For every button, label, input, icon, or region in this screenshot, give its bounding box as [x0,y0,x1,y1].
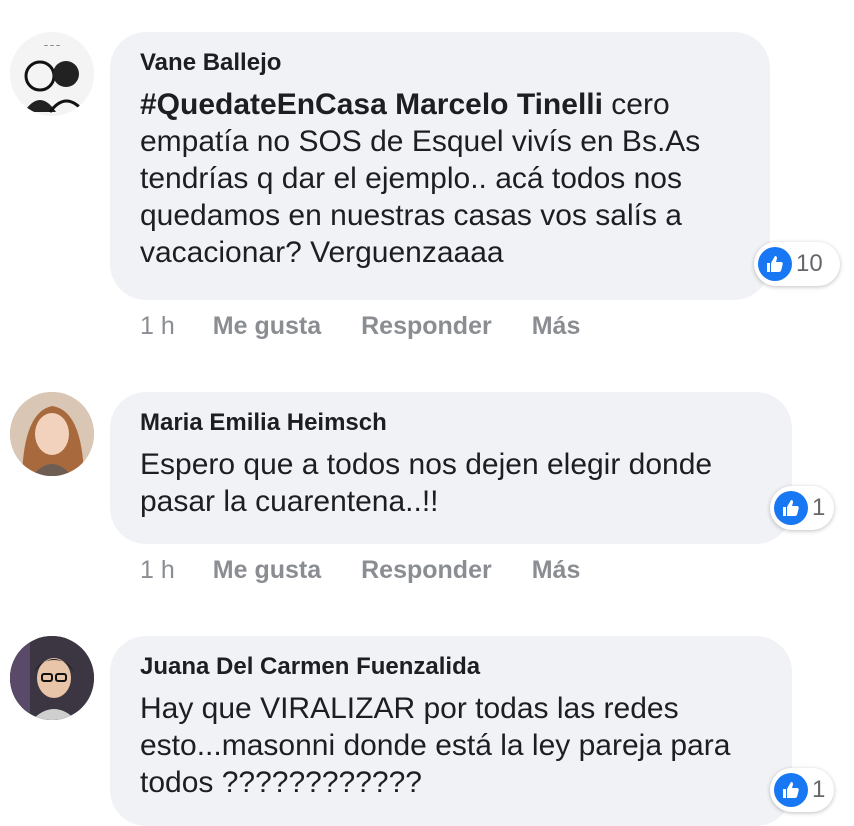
more-button[interactable]: Más [532,556,581,585]
author-name[interactable]: Juana Del Carmen Fuenzalida [140,652,764,682]
reaction-badge[interactable]: 1 [770,768,834,812]
comment-bubble: Juana Del Carmen Fuenzalida Hay que VIRA… [110,636,792,826]
comment-text: #QuedateEnCasa Marcelo Tinelli cero empa… [140,86,742,271]
cartoon-avatar-icon: ~ ~ ~ [10,32,94,116]
profile-photo-icon [10,392,94,476]
profile-photo-icon [10,636,94,720]
avatar[interactable]: ~ ~ ~ [10,32,94,116]
reply-button[interactable]: Responder [361,312,492,341]
thumbs-up-icon [758,247,792,281]
more-button[interactable]: Más [532,312,581,341]
avatar[interactable] [10,392,94,476]
comment-actions: 1 h Me gusta Responder Más [140,312,620,341]
thumbs-up-icon [774,773,808,807]
like-button[interactable]: Me gusta [213,556,321,585]
like-count: 10 [796,250,823,277]
comment-bubble: Maria Emilia Heimsch Espero que a todos … [110,392,792,544]
comment-text: Hay que VIRALIZAR por todas las redes es… [140,692,731,799]
comment-text: Espero que a todos nos dejen elegir dond… [140,448,713,518]
thumbs-up-icon [774,491,808,525]
like-count: 1 [812,776,826,803]
comment-actions: 1 h Me gusta Responder Más [140,556,620,585]
reaction-badge[interactable]: 1 [770,486,834,530]
avatar[interactable] [10,636,94,720]
reply-button[interactable]: Responder [361,556,492,585]
hashtag-link[interactable]: #QuedateEnCasa Marcelo Tinelli [140,88,603,121]
like-button[interactable]: Me gusta [213,312,321,341]
reaction-badge[interactable]: 10 [754,242,840,286]
comment-bubble: Vane Ballejo #QuedateEnCasa Marcelo Tine… [110,32,770,300]
author-name[interactable]: Maria Emilia Heimsch [140,408,764,438]
timestamp[interactable]: 1 h [140,556,175,585]
author-name[interactable]: Vane Ballejo [140,48,742,78]
like-count: 1 [812,494,826,521]
svg-text:~ ~ ~: ~ ~ ~ [44,43,60,50]
timestamp[interactable]: 1 h [140,312,175,341]
